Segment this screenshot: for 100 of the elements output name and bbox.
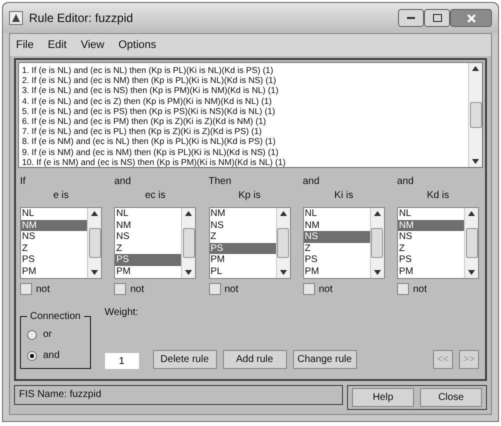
scroll-bar[interactable] (370, 208, 384, 278)
scroll-thumb[interactable] (88, 228, 100, 258)
checkbox-label: not (224, 284, 238, 294)
scroll-down-icon[interactable] (91, 270, 98, 275)
term-listbox[interactable]: NL NM NS Z PS PM (397, 207, 479, 279)
term-item[interactable]: PM (115, 266, 182, 278)
scroll-bar[interactable] (464, 208, 478, 278)
term-listbox[interactable]: NL NM NS Z PS PM (114, 207, 196, 279)
scroll-up-icon[interactable] (468, 211, 475, 216)
rule-entry[interactable]: 10. If (e is NM) and (ec is NS) then (Kp is PM)(Ki is NM)(Kd is NL) (1) (22, 156, 465, 167)
group-title: Connection (29, 311, 82, 322)
scroll-thumb[interactable] (466, 228, 478, 258)
rule-entry[interactable]: 4. If (e is NL) and (ec is Z) then (Kp is PM)(Ki is NM)(Kd is NL) (1) (22, 96, 465, 106)
term-item[interactable]: PM (304, 266, 370, 278)
scroll-bar[interactable] (181, 208, 196, 278)
scroll-up-icon[interactable] (280, 211, 286, 216)
term-item[interactable]: PS (21, 254, 87, 266)
rule-entry[interactable]: 8. If (e is NM) and (ec is NL) then (Kp is PL)(Ki is NL)(Kd is PS) (1) (22, 136, 465, 147)
scroll-thumb[interactable] (277, 228, 289, 258)
not-checkbox[interactable] (208, 283, 220, 295)
term-item[interactable]: NS (398, 231, 464, 243)
term-item[interactable]: PL (210, 266, 276, 278)
term-item[interactable]: NM (304, 220, 370, 232)
term-item[interactable]: Z (210, 231, 276, 243)
variable-label: Ki is (333, 190, 354, 201)
radio-label: or (43, 329, 52, 340)
term-item[interactable]: Z (115, 242, 182, 254)
term-item[interactable]: NM (210, 208, 276, 220)
radio-button[interactable] (27, 330, 37, 340)
footer-button[interactable]: Help (352, 388, 414, 407)
maximize-icon (432, 14, 442, 22)
rule-entry[interactable]: 6. If (e is NL) and (ec is PM) then (Kp is Z)(Ki is Z)(Kd is NM) (1) (22, 116, 465, 126)
term-item[interactable]: NM (398, 220, 464, 232)
term-item[interactable]: NM (21, 220, 87, 232)
scroll-up-icon[interactable] (374, 211, 381, 216)
scroll-bar[interactable] (87, 208, 101, 278)
term-item[interactable]: PS (210, 242, 276, 254)
rule-button[interactable]: Delete rule (152, 350, 217, 369)
scroll-thumb[interactable] (182, 228, 195, 258)
scroll-bar[interactable] (468, 63, 482, 167)
term-item[interactable]: NL (304, 208, 370, 220)
term-item[interactable]: PM (210, 254, 276, 266)
term-item[interactable]: Z (398, 242, 464, 254)
window-title: Rule Editor: fuzzpid (29, 11, 134, 25)
weight-field[interactable]: 1 (104, 353, 139, 369)
term-item[interactable]: NL (21, 208, 87, 220)
scroll-bar[interactable] (276, 208, 290, 278)
term-listbox[interactable]: NL NM NS Z PS PM (302, 207, 385, 279)
term-listbox[interactable]: NL NM NS Z PS PM (20, 207, 102, 279)
rule-list[interactable] (18, 62, 483, 168)
menu-item[interactable]: File (16, 39, 34, 51)
variable-label: Kp is (237, 190, 262, 201)
term-item[interactable]: NS (304, 231, 370, 243)
term-item[interactable]: PS (398, 254, 464, 266)
rule-button[interactable]: Add rule (222, 350, 287, 369)
term-item[interactable]: NS (21, 231, 87, 243)
not-checkbox[interactable] (114, 283, 126, 295)
not-checkbox[interactable] (20, 283, 32, 295)
scroll-down-icon[interactable] (468, 270, 475, 275)
term-item[interactable]: PS (115, 254, 182, 266)
not-checkbox[interactable] (397, 283, 409, 295)
radio-button[interactable] (27, 350, 37, 360)
term-item[interactable]: NM (115, 220, 182, 232)
column-header: If (20, 176, 27, 188)
scroll-up-icon[interactable] (91, 211, 98, 216)
scroll-thumb[interactable] (371, 228, 384, 258)
rule-button[interactable]: Change rule (292, 350, 357, 369)
scroll-down-icon[interactable] (374, 270, 381, 275)
scroll-down-icon[interactable] (472, 159, 479, 164)
term-item[interactable]: Z (304, 242, 370, 254)
scroll-up-icon[interactable] (472, 66, 479, 71)
scroll-up-icon[interactable] (185, 211, 192, 216)
checkbox-label: not (413, 284, 427, 294)
rule-entry[interactable]: 7. If (e is NL) and (ec is PL) then (Kp is Z)(Ki is Z)(Kd is PS) (1) (22, 126, 465, 136)
rule-entry[interactable]: 1. If (e is NL) and (ec is NL) then (Kp is PL)(Ki is NL)(Kd is PS) (1) (22, 65, 465, 76)
term-item[interactable]: PM (21, 266, 87, 278)
rule-entry[interactable]: 9. If (e is NM) and (ec is NM) then (Kp is PL)(Ki is NL)(Kd is NS) (1) (22, 146, 465, 157)
scroll-down-icon[interactable] (280, 270, 286, 275)
scroll-down-icon[interactable] (185, 270, 192, 275)
footer-button[interactable]: Close (420, 388, 482, 407)
term-item[interactable]: NL (115, 208, 182, 220)
not-checkbox[interactable] (302, 283, 315, 295)
minimize-button[interactable] (398, 9, 424, 27)
maximize-button[interactable] (424, 9, 450, 27)
scroll-thumb[interactable] (470, 102, 482, 128)
rule-entry[interactable]: 2. If (e is NL) and (ec is NM) then (Kp is PL)(Ki is NL)(Kd is NS) (1) (22, 75, 465, 86)
close-button[interactable] (450, 9, 492, 27)
rule-entry[interactable]: 5. If (e is NL) and (ec is PS) then (Kp is PS)(Ki is NS)(Kd is NL) (1) (22, 106, 465, 116)
term-item[interactable]: NS (210, 220, 276, 232)
term-item[interactable]: PM (398, 266, 464, 278)
rule-entry[interactable]: 3. If (e is NL) and (ec is NS) then (Kp is PM)(Ki is NM)(Kd is NL) (1) (22, 85, 465, 96)
term-item[interactable]: PS (304, 254, 370, 266)
weight-label: Weight: (104, 307, 139, 318)
menu-item[interactable]: Options (118, 39, 156, 51)
term-item[interactable]: Z (21, 242, 87, 254)
term-item[interactable]: NS (115, 231, 182, 243)
term-item[interactable]: NL (398, 208, 464, 220)
menu-item[interactable]: Edit (48, 39, 67, 51)
menu-item[interactable]: View (80, 39, 104, 51)
term-listbox[interactable]: NM NS Z PS PM PL (208, 207, 290, 279)
